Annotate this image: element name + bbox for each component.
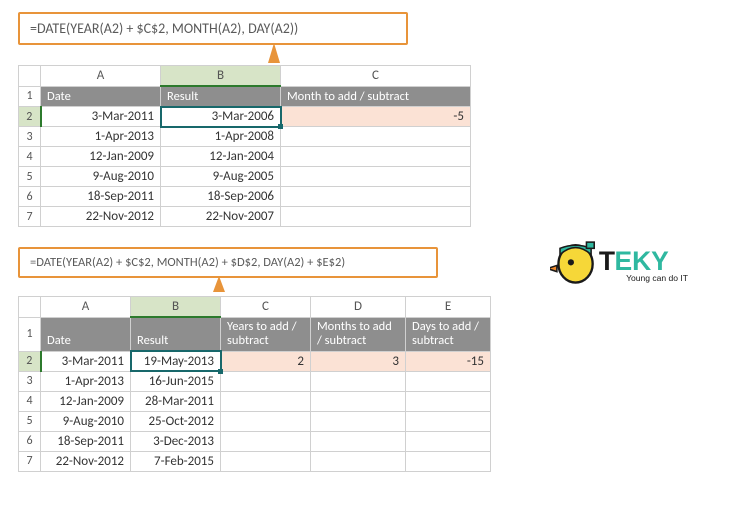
- cell[interactable]: 9-Aug-2010: [41, 411, 131, 431]
- header-date[interactable]: Date: [41, 86, 161, 107]
- header-result[interactable]: Result: [161, 86, 281, 107]
- row-header[interactable]: 2: [19, 351, 41, 371]
- cell[interactable]: [406, 411, 491, 431]
- cell[interactable]: 25-Oct-2012: [131, 411, 221, 431]
- svg-text:T: T: [599, 246, 615, 276]
- cell[interactable]: [281, 147, 471, 167]
- cell[interactable]: [311, 371, 406, 391]
- cell[interactable]: 12-Jan-2009: [41, 391, 131, 411]
- cell[interactable]: 12-Jan-2004: [161, 147, 281, 167]
- col-header-a[interactable]: A: [41, 66, 161, 87]
- corner-cell[interactable]: [19, 297, 41, 318]
- header-date[interactable]: Date: [41, 317, 131, 351]
- cell[interactable]: 3-Mar-2011: [41, 351, 131, 371]
- row-header[interactable]: 3: [19, 371, 41, 391]
- cell[interactable]: [406, 371, 491, 391]
- selected-cell[interactable]: 3-Mar-2006: [161, 107, 281, 127]
- row-header[interactable]: 5: [19, 167, 41, 187]
- arrow-icon: [268, 43, 280, 63]
- col-header-c[interactable]: C: [281, 66, 471, 87]
- cell[interactable]: 1-Apr-2013: [41, 371, 131, 391]
- cell-d2[interactable]: 3: [311, 351, 406, 371]
- svg-text:EKY: EKY: [614, 246, 669, 276]
- spreadsheet-bottom[interactable]: A B C D E 1 Date Result Years to add / s…: [18, 296, 491, 472]
- cell[interactable]: 18-Sep-2011: [41, 431, 131, 451]
- row-header[interactable]: 2: [19, 107, 41, 127]
- col-header-b[interactable]: B: [131, 297, 221, 318]
- row-header[interactable]: 1: [19, 86, 41, 107]
- formula-bar-bottom: =DATE(YEAR(A2) + $C$2, MONTH(A2) + $D$2,…: [18, 247, 438, 278]
- col-header-d[interactable]: D: [311, 297, 406, 318]
- cell[interactable]: 3-Mar-2011: [41, 107, 161, 127]
- selected-cell[interactable]: 19-May-2013: [131, 351, 221, 371]
- corner-cell[interactable]: [19, 66, 41, 87]
- header-result[interactable]: Result: [131, 317, 221, 351]
- cell[interactable]: 16-Jun-2015: [131, 371, 221, 391]
- cell[interactable]: [281, 167, 471, 187]
- cell[interactable]: 28-Mar-2011: [131, 391, 221, 411]
- cell[interactable]: 9-Aug-2010: [41, 167, 161, 187]
- header-years[interactable]: Years to add / subtract: [221, 317, 311, 351]
- cell[interactable]: 18-Sep-2011: [41, 187, 161, 207]
- row-header[interactable]: 6: [19, 187, 41, 207]
- row-header[interactable]: 7: [19, 451, 41, 471]
- cell[interactable]: 9-Aug-2005: [161, 167, 281, 187]
- cell[interactable]: [281, 187, 471, 207]
- cell[interactable]: [311, 411, 406, 431]
- top-block: =DATE(YEAR(A2) + $C$2, MONTH(A2), DAY(A2…: [18, 12, 720, 227]
- row-header[interactable]: 5: [19, 411, 41, 431]
- row-header[interactable]: 1: [19, 317, 41, 351]
- col-header-b[interactable]: B: [161, 66, 281, 87]
- row-header[interactable]: 3: [19, 127, 41, 147]
- cell[interactable]: 7-Feb-2015: [131, 451, 221, 471]
- cell[interactable]: [221, 431, 311, 451]
- cell[interactable]: [221, 451, 311, 471]
- row-header[interactable]: 6: [19, 431, 41, 451]
- row-header[interactable]: 7: [19, 207, 41, 227]
- cell[interactable]: [311, 391, 406, 411]
- col-header-c[interactable]: C: [221, 297, 311, 318]
- header-days[interactable]: Days to add / subtract: [406, 317, 491, 351]
- row-header[interactable]: 4: [19, 147, 41, 167]
- cell[interactable]: 22-Nov-2007: [161, 207, 281, 227]
- cell[interactable]: [221, 411, 311, 431]
- cell[interactable]: 1-Apr-2013: [41, 127, 161, 147]
- cell[interactable]: [406, 451, 491, 471]
- cell[interactable]: [406, 431, 491, 451]
- row-header[interactable]: 4: [19, 391, 41, 411]
- cell[interactable]: [281, 207, 471, 227]
- cell-c2[interactable]: -5: [281, 107, 471, 127]
- formula-bar-top: =DATE(YEAR(A2) + $C$2, MONTH(A2), DAY(A2…: [18, 12, 408, 45]
- cell[interactable]: 22-Nov-2012: [41, 451, 131, 471]
- cell[interactable]: [221, 391, 311, 411]
- cell[interactable]: [311, 431, 406, 451]
- cell[interactable]: 12-Jan-2009: [41, 147, 161, 167]
- cell-e2[interactable]: -15: [406, 351, 491, 371]
- bottom-block: =DATE(YEAR(A2) + $C$2, MONTH(A2) + $D$2,…: [18, 247, 720, 472]
- header-months[interactable]: Months to add / subtract: [311, 317, 406, 351]
- cell[interactable]: [221, 371, 311, 391]
- cell[interactable]: 18-Sep-2006: [161, 187, 281, 207]
- header-month[interactable]: Month to add / subtract: [281, 86, 471, 107]
- cell[interactable]: [406, 391, 491, 411]
- cell[interactable]: 3-Dec-2013: [131, 431, 221, 451]
- cell[interactable]: [281, 127, 471, 147]
- cell[interactable]: 1-Apr-2008: [161, 127, 281, 147]
- spreadsheet-top[interactable]: A B C 1 Date Result Month to add / subtr…: [18, 65, 471, 227]
- cell-c2[interactable]: 2: [221, 351, 311, 371]
- cell[interactable]: [311, 451, 406, 471]
- col-header-a[interactable]: A: [41, 297, 131, 318]
- arrow-icon: [213, 276, 225, 292]
- col-header-e[interactable]: E: [406, 297, 491, 318]
- cell[interactable]: 22-Nov-2012: [41, 207, 161, 227]
